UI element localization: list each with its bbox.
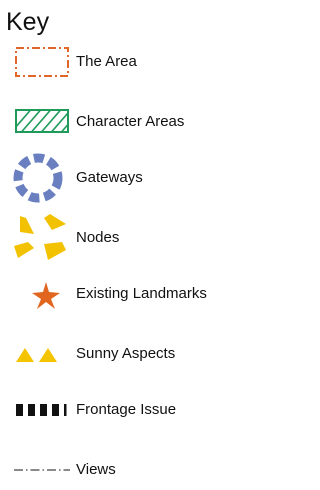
- legend-label: Frontage Issue: [76, 401, 177, 418]
- legend-item-frontage-issue: Frontage Issue: [0, 390, 240, 430]
- legend-label: Gateways: [76, 169, 143, 186]
- legend-item-views: Views: [0, 450, 240, 490]
- legend-item-gateways: Gateways: [0, 153, 240, 203]
- legend-item-existing-landmarks: Existing Landmarks: [0, 274, 240, 314]
- frontage-dash-icon: [16, 404, 67, 416]
- node-icon: [14, 214, 66, 260]
- area-boundary-icon: [15, 47, 69, 77]
- legend-item-nodes: Nodes: [0, 214, 240, 260]
- legend-item-sunny-aspects: Sunny Aspects: [0, 334, 240, 374]
- legend-label: Existing Landmarks: [76, 285, 207, 302]
- star-landmark-icon: [32, 282, 60, 309]
- sunny-triangle-icon: [16, 348, 57, 362]
- legend-label: The Area: [76, 53, 137, 70]
- legend-label: Sunny Aspects: [76, 345, 176, 362]
- legend-item-the-area: The Area: [0, 42, 240, 82]
- key-title: Key: [6, 8, 50, 36]
- legend-label: Views: [76, 461, 116, 478]
- hatched-area-icon: [15, 109, 69, 133]
- views-line-icon: [14, 469, 70, 471]
- legend-item-character-areas: Character Areas: [0, 102, 240, 142]
- gateway-ring-icon: [13, 153, 63, 203]
- legend-label: Character Areas: [76, 113, 185, 130]
- legend-label: Nodes: [76, 229, 120, 246]
